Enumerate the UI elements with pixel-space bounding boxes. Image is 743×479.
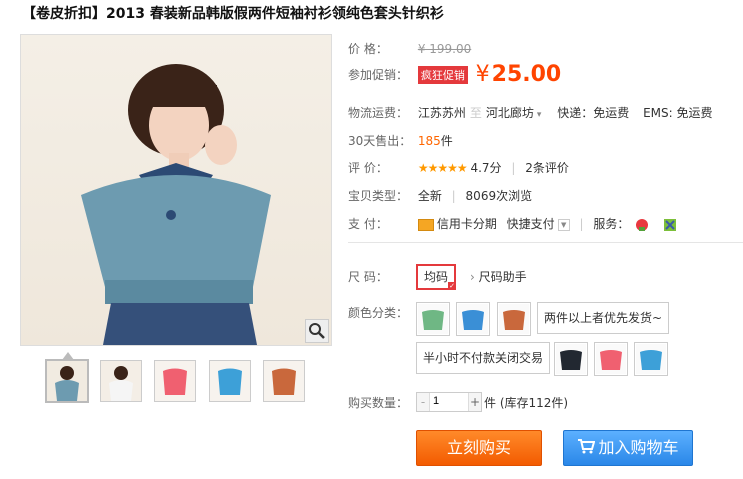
- thumbnail-4[interactable]: [209, 360, 251, 402]
- zoom-icon[interactable]: [305, 319, 329, 343]
- payment-divider: |: [579, 217, 584, 231]
- yen-symbol: ¥: [475, 62, 490, 87]
- chevron-down-icon[interactable]: ▼: [557, 218, 570, 231]
- quantity-input[interactable]: [431, 394, 469, 408]
- service-label: 服务：: [593, 217, 630, 231]
- rating-divider: |: [511, 161, 516, 175]
- size-label: 尺 码：: [348, 268, 414, 285]
- skyblue-sweater-icon: [636, 344, 666, 374]
- size-label-text: 尺 码：: [348, 270, 388, 284]
- decrease-button[interactable]: -: [417, 393, 430, 411]
- stock-info: 件 (库存112件): [484, 394, 568, 411]
- black-sweater-icon: [556, 344, 586, 374]
- increase-button[interactable]: +: [468, 393, 481, 411]
- add-to-cart-label: 加入购物车: [598, 438, 679, 457]
- ship-divider: 至: [469, 106, 482, 120]
- thumbnail-3[interactable]: [154, 360, 196, 402]
- payment-label: 支 付：: [348, 217, 388, 231]
- rating-row: 评 价： ★★★★★ 4.7分 | 2条评价: [348, 159, 569, 176]
- ems-fee: EMS: 免运费: [643, 106, 713, 120]
- price-row: 价 格： ¥ 199.00: [348, 40, 471, 57]
- size-helper-link[interactable]: › 尺码助手: [470, 268, 527, 285]
- sales-row: 30天售出： 185件: [348, 132, 453, 149]
- product-photo: [81, 64, 271, 345]
- color-swatch-6[interactable]: [634, 342, 668, 376]
- size-option-selected[interactable]: 均码 ✓: [416, 264, 456, 290]
- quantity-stepper[interactable]: - +: [416, 392, 482, 412]
- review-count-link[interactable]: 2条评价: [525, 161, 569, 175]
- seven-day-return-icon[interactable]: [635, 218, 649, 232]
- blue-sweater-icon: [458, 304, 488, 334]
- star-rating-icon: ★★★★★: [417, 161, 468, 175]
- color-option-text-2[interactable]: 半小时不付款关闭交易: [416, 342, 551, 374]
- color-label-text: 颜色分类：: [348, 306, 409, 320]
- chevron-right-icon: ›: [470, 270, 475, 284]
- orange-sweater-icon: [499, 304, 529, 334]
- price-label: 价 格：: [348, 42, 388, 56]
- thumbnail-2[interactable]: [100, 360, 142, 402]
- payment-row: 支 付： 信用卡分期 快捷支付 ▼ | 服务：: [348, 215, 677, 232]
- sales-label: 30天售出：: [348, 134, 412, 148]
- type-divider: |: [451, 189, 456, 203]
- color-option-text-1[interactable]: 两件以上者优先发货~: [537, 302, 670, 334]
- type-row: 宝贝类型： 全新 | 8069次浏览: [348, 187, 532, 204]
- promo-price: ¥25.00: [476, 62, 562, 87]
- product-title: 【卷皮折扣】2013 春装新品韩版假两件短袖衬衫领纯色套头针织衫: [22, 6, 444, 22]
- thumbnail-5[interactable]: [263, 360, 305, 402]
- guarantee-icon[interactable]: [663, 218, 677, 232]
- type-label: 宝贝类型：: [348, 189, 409, 203]
- chevron-down-icon[interactable]: ▾: [537, 110, 542, 120]
- color-swatch-1[interactable]: [416, 302, 450, 336]
- color-swatch-2[interactable]: [456, 302, 490, 336]
- promo-label: 参加促销：: [348, 68, 409, 82]
- quantity-label: 购买数量：: [348, 394, 414, 411]
- shipping-label: 物流运费：: [348, 106, 409, 120]
- thumbnail-1[interactable]: [45, 359, 89, 403]
- rating-score: 4.7分: [470, 161, 502, 175]
- size-value: 均码: [423, 270, 448, 284]
- sales-unit: 件: [440, 134, 453, 148]
- cart-icon: [577, 432, 596, 466]
- shipping-row: 物流运费： 江苏苏州至河北廊坊 ▾ 快递：免运费 EMS: 免运费: [348, 104, 713, 121]
- color-swatch-5[interactable]: [594, 342, 628, 376]
- installment-option[interactable]: 信用卡分期: [437, 217, 497, 231]
- original-price: ¥ 199.00: [417, 42, 472, 56]
- ship-from: 江苏苏州: [417, 106, 466, 120]
- pink-sweater-icon: [596, 344, 626, 374]
- credit-card-icon: [417, 218, 434, 231]
- color-label: 颜色分类：: [348, 304, 414, 321]
- add-to-cart-button[interactable]: 加入购物车: [563, 430, 693, 466]
- condition: 全新: [417, 189, 442, 203]
- promo-row: 参加促销： 疯狂促销 ¥25.00: [348, 62, 561, 87]
- check-icon: ✓: [448, 282, 456, 290]
- promo-price-value: 25.00: [491, 62, 562, 87]
- green-sweater-icon: [418, 304, 448, 334]
- promo-badge: 疯狂促销: [417, 65, 468, 84]
- quantity-unit: 件: [484, 396, 497, 410]
- rating-label: 评 价：: [348, 161, 388, 175]
- color-swatch-4[interactable]: [554, 342, 588, 376]
- main-product-image[interactable]: [20, 34, 332, 346]
- color-swatch-3[interactable]: [497, 302, 531, 336]
- buy-now-button[interactable]: 立刻购买: [416, 430, 542, 466]
- express-fee: 快递：免运费: [557, 106, 630, 120]
- size-helper-text: 尺码助手: [478, 270, 527, 284]
- quantity-label-text: 购买数量：: [348, 396, 409, 410]
- quickpay-option[interactable]: 快捷支付: [507, 217, 555, 231]
- divider: [348, 242, 743, 243]
- sales-count: 185: [417, 134, 441, 148]
- view-count: 8069次浏览: [465, 189, 533, 203]
- ship-to[interactable]: 河北廊坊: [486, 106, 534, 120]
- stock-count: (库存112件): [499, 396, 569, 410]
